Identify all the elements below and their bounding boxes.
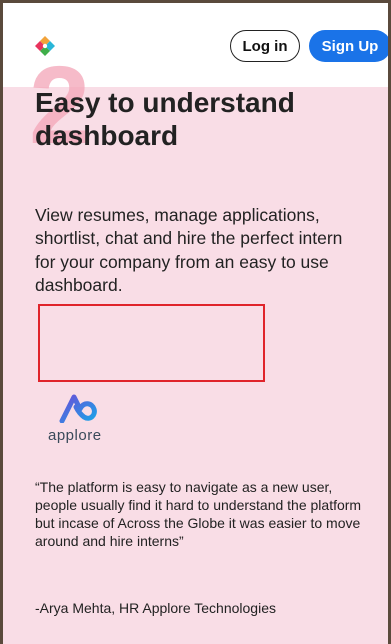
company-logo: applore xyxy=(48,393,118,445)
applore-mark-icon xyxy=(59,394,97,423)
feature-title: Easy to understand dashboard xyxy=(35,87,295,151)
signup-button[interactable]: Sign Up xyxy=(309,30,388,62)
feature-description: View resumes, manage applications, short… xyxy=(35,205,343,295)
testimonial-quote: “The platform is easy to navigate as a n… xyxy=(35,479,362,549)
highlight-box xyxy=(38,304,265,382)
login-button[interactable]: Log in xyxy=(230,30,300,62)
company-logo-text: applore xyxy=(48,427,102,444)
page-frame: Log in Sign Up 2 Easy to understand dash… xyxy=(0,0,391,644)
testimonial-author: -Arya Mehta, HR Applore Technologies xyxy=(35,600,276,616)
